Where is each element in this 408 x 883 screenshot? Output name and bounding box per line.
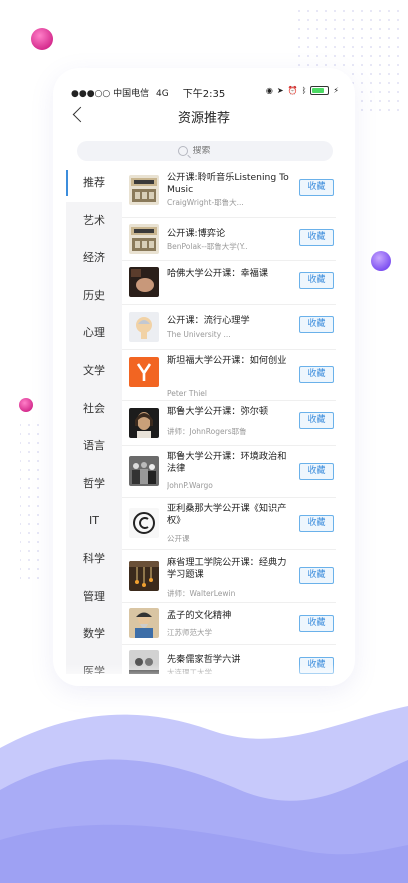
- sidebar-item[interactable]: 哲学: [66, 465, 122, 503]
- course-title: 耶鲁大学公开课：环境政治和法律: [167, 451, 287, 474]
- search-input[interactable]: [192, 146, 233, 156]
- course-thumbnail: [129, 456, 159, 486]
- course-subtitle: Peter Thiel: [167, 389, 208, 398]
- course-thumbnail: [129, 357, 159, 387]
- course-title: 公开课：流行心理学: [167, 315, 250, 326]
- location-icon: ➤: [276, 86, 284, 95]
- sidebar-item[interactable]: 历史: [66, 277, 122, 315]
- sidebar-item[interactable]: 艺术: [66, 202, 122, 240]
- course-title: 耶鲁大学公开课：弥尔顿: [167, 406, 269, 417]
- category-sidebar: 推荐艺术经济历史心理文学社会语言哲学IT科学管理数学医学: [66, 164, 122, 674]
- nav-bar: 资源推荐: [53, 104, 355, 132]
- phone-frame: ●●●○○ 中国电信 4G 下午2:35 ◉ ➤ ⏰ ᛒ ⚡ 资源推荐 推荐艺术…: [53, 68, 355, 686]
- alarm-icon: ◉: [265, 86, 273, 95]
- favorite-button[interactable]: 收藏: [299, 229, 334, 246]
- course-row[interactable]: 孟子的文化精神 江苏师范大学 收藏: [122, 602, 336, 645]
- course-thumbnail: [129, 408, 159, 438]
- search-bar[interactable]: [77, 141, 333, 161]
- sidebar-item[interactable]: 经济: [66, 239, 122, 277]
- favorite-button[interactable]: 收藏: [299, 412, 334, 429]
- sidebar-item[interactable]: 推荐: [66, 164, 122, 202]
- course-row[interactable]: 耶鲁大学公开课：环境政治和法律 JohnP.Wargo 收藏: [122, 445, 336, 498]
- course-subtitle: 江苏师范大学: [167, 628, 212, 637]
- favorite-button[interactable]: 收藏: [299, 272, 334, 289]
- sidebar-item[interactable]: 数学: [66, 615, 122, 653]
- sidebar-item[interactable]: 管理: [66, 578, 122, 616]
- favorite-button[interactable]: 收藏: [299, 515, 334, 532]
- clock-icon: ⏰: [287, 86, 298, 95]
- course-title: 哈佛大学公开课：幸福课: [167, 268, 269, 279]
- course-row[interactable]: 公开课:聆听音乐Listening To Music CraigWright-耶鲁…: [122, 164, 336, 218]
- course-thumbnail: [129, 312, 159, 342]
- charging-icon: ⚡: [333, 86, 339, 95]
- sidebar-item[interactable]: IT: [66, 502, 122, 540]
- course-title: 麻省理工学院公开课：经典力学习题课: [167, 557, 287, 580]
- battery-level: [312, 88, 325, 93]
- favorite-button[interactable]: 收藏: [299, 567, 334, 584]
- course-title: 斯坦福大学公开课：如何创业: [167, 355, 287, 366]
- course-thumbnail: [129, 608, 159, 638]
- course-title: 公开课:博弈论: [167, 228, 226, 239]
- status-bar: ●●●○○ 中国电信 4G 下午2:35 ◉ ➤ ⏰ ᛒ ⚡: [53, 84, 355, 100]
- course-row[interactable]: 公开课：流行心理学 The University ... 收藏: [122, 304, 336, 350]
- sidebar-item[interactable]: 科学: [66, 540, 122, 578]
- course-subtitle: 讲师：JohnRogers耶鲁...: [167, 427, 247, 436]
- course-subtitle: BenPolak--耶鲁大学(Y...: [167, 242, 247, 251]
- sidebar-item[interactable]: 语言: [66, 427, 122, 465]
- course-thumbnail: [129, 508, 159, 538]
- course-thumbnail: [129, 175, 159, 205]
- course-thumbnail: [129, 224, 159, 254]
- favorite-button[interactable]: 收藏: [299, 316, 334, 333]
- page-title: 资源推荐: [177, 111, 230, 126]
- bottom-fade: [53, 664, 355, 686]
- course-subtitle: CraigWright-耶鲁大...: [167, 198, 244, 207]
- favorite-button[interactable]: 收藏: [299, 615, 334, 632]
- favorite-button[interactable]: 收藏: [299, 366, 334, 383]
- course-title: 公开课:聆听音乐Listening To Music: [167, 172, 289, 195]
- sidebar-item[interactable]: 心理: [66, 314, 122, 352]
- course-row[interactable]: 亚利桑那大学公开课《知识产权》公开课 收藏: [122, 497, 336, 550]
- course-subtitle: JohnP.Wargo: [167, 481, 213, 490]
- course-row[interactable]: 耶鲁大学公开课：弥尔顿 讲师：JohnRogers耶鲁... 收藏: [122, 400, 336, 446]
- course-row[interactable]: 公开课:博弈论 BenPolak--耶鲁大学(Y... 收藏: [122, 217, 336, 261]
- course-row[interactable]: 哈佛大学公开课：幸福课 收藏: [122, 260, 336, 305]
- sidebar-item[interactable]: 社会: [66, 390, 122, 428]
- search-icon: [177, 146, 188, 156]
- battery-icon: [310, 86, 330, 95]
- course-subtitle: 公开课: [167, 534, 190, 543]
- favorite-button[interactable]: 收藏: [299, 179, 334, 196]
- course-row[interactable]: 麻省理工学院公开课：经典力学习题课讲师：WalterLewin 收藏: [122, 549, 336, 603]
- course-row[interactable]: 斯坦福大学公开课：如何创业 Peter Thiel 收藏: [122, 349, 336, 401]
- favorite-button[interactable]: 收藏: [299, 463, 334, 480]
- bluetooth-icon: ᛒ: [301, 86, 307, 95]
- sidebar-item[interactable]: 文学: [66, 352, 122, 390]
- course-thumbnail: [129, 561, 159, 591]
- course-list: 公开课:聆听音乐Listening To Music CraigWright-耶鲁…: [122, 164, 355, 674]
- course-title: 亚利桑那大学公开课《知识产权》: [167, 503, 287, 526]
- course-subtitle: 讲师：WalterLewin: [167, 589, 236, 598]
- course-title: 孟子的文化精神: [167, 610, 232, 621]
- course-thumbnail: [129, 267, 159, 297]
- course-subtitle: The University ...: [167, 330, 231, 339]
